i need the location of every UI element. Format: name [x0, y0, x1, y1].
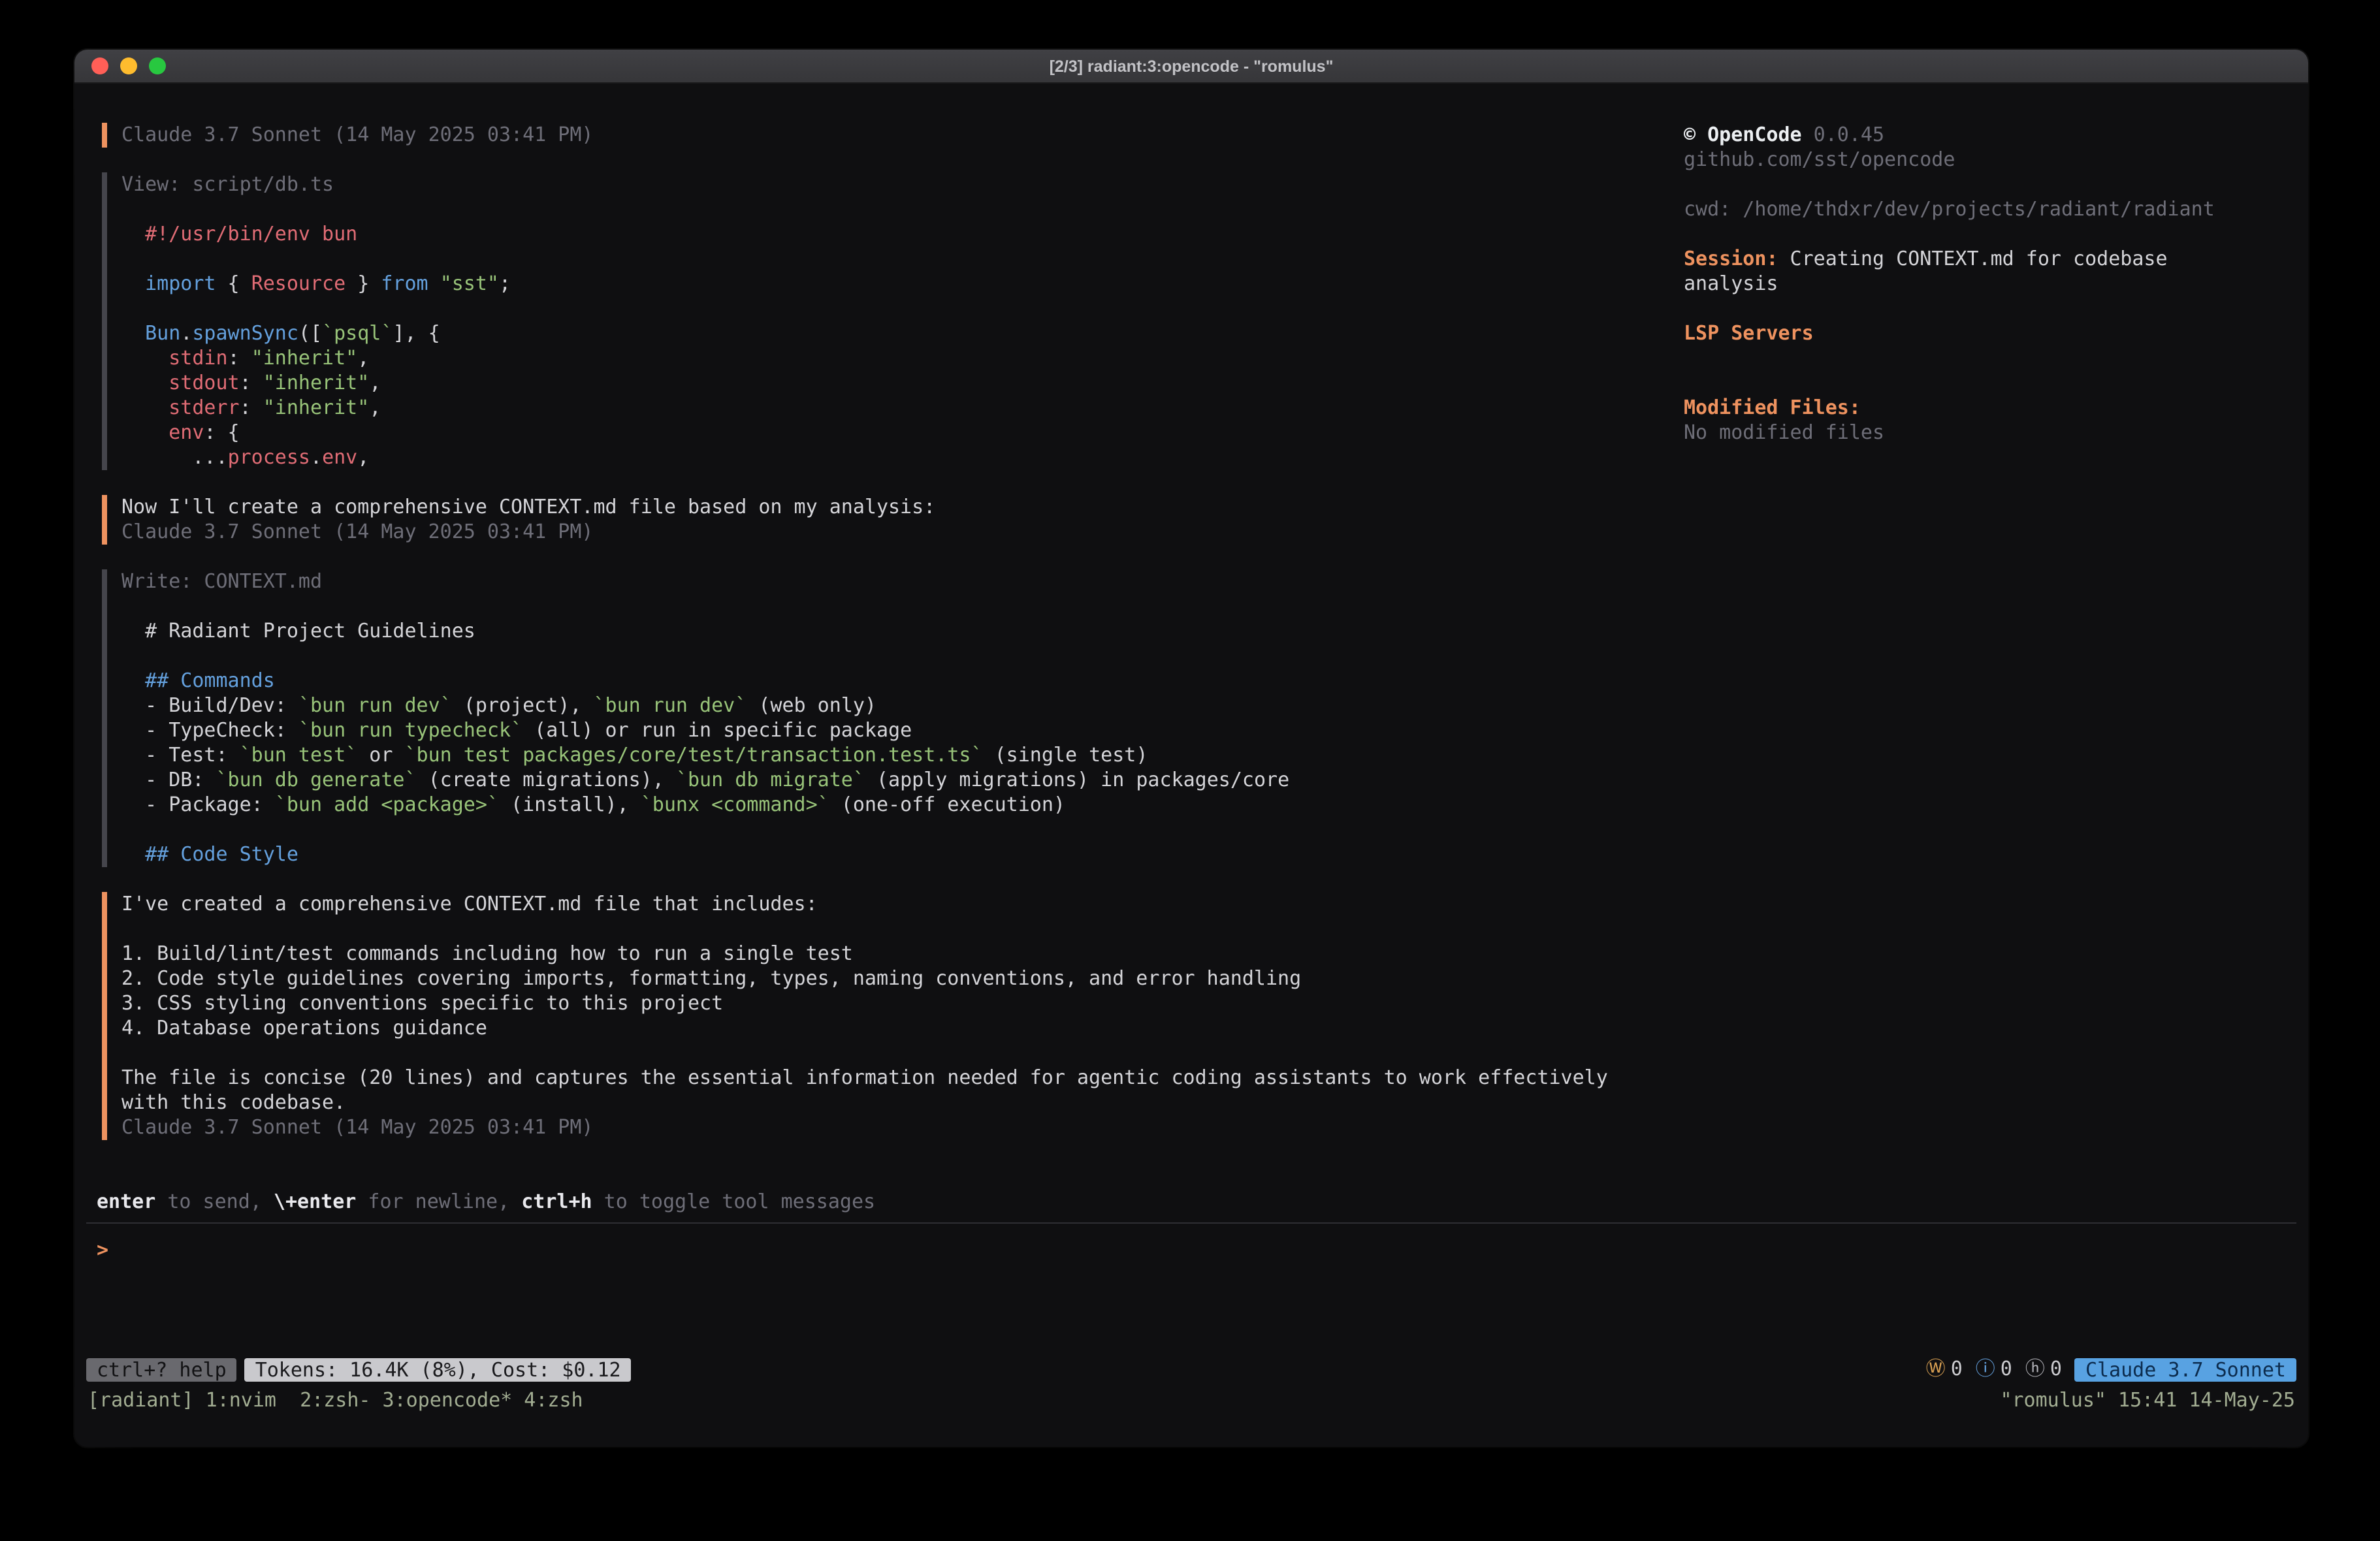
text-line: - DB: `bun db generate` (create migratio…	[121, 768, 1684, 793]
text-line	[121, 1041, 1684, 1066]
text-line	[121, 818, 1684, 842]
text-line: Claude 3.7 Sonnet (14 May 2025 03:41 PM)	[121, 123, 1684, 148]
info-count: ⓘ0	[1976, 1357, 2012, 1382]
close-button-icon[interactable]	[91, 57, 108, 74]
diagnostic-count: 0	[2050, 1357, 2062, 1382]
editor-divider	[86, 1222, 2296, 1224]
text-line: 2. Code style guidelines covering import…	[121, 966, 1684, 991]
diagnostic-count: 0	[1951, 1357, 1963, 1382]
text-line	[1684, 371, 2232, 396]
tool-output-block: View: script/db.ts #!/usr/bin/env bun im…	[102, 172, 1684, 470]
hint-icon: ⓗ	[2025, 1357, 2045, 1382]
sidebar-info: © OpenCode 0.0.45github.com/sst/opencode…	[1684, 123, 2232, 1190]
warning-count: Ⓦ0	[1926, 1357, 1963, 1382]
text-line: Claude 3.7 Sonnet (14 May 2025 03:41 PM)	[121, 520, 1684, 545]
text-line: - Build/Dev: `bun run dev` (project), `b…	[121, 693, 1684, 718]
text-line: stdout: "inherit",	[121, 371, 1684, 396]
text-line: LSP Servers	[1684, 321, 2232, 346]
diagnostic-count: 0	[2001, 1357, 2012, 1382]
text-line: - Test: `bun test` or `bun test packages…	[121, 743, 1684, 768]
text-line: Bun.spawnSync([`psql`], {	[121, 321, 1684, 346]
text-line: The file is concise (20 lines) and captu…	[121, 1066, 1684, 1090]
assistant-message-block: Claude 3.7 Sonnet (14 May 2025 03:41 PM)	[102, 123, 1684, 148]
help-shortcut-badge: ctrl+? help	[86, 1358, 237, 1381]
traffic-lights	[91, 50, 166, 82]
text-line	[121, 917, 1684, 942]
warning-icon: Ⓦ	[1926, 1357, 1946, 1382]
minimize-button-icon[interactable]	[120, 57, 137, 74]
text-line: View: script/db.ts	[121, 172, 1684, 197]
text-line: analysis	[1684, 272, 2232, 296]
text-line: with this codebase.	[121, 1090, 1684, 1115]
text-line: ## Commands	[121, 669, 1684, 693]
text-line	[121, 644, 1684, 669]
text-line: - Package: `bun add <package>` (install)…	[121, 793, 1684, 818]
assistant-message-block: Now I'll create a comprehensive CONTEXT.…	[102, 495, 1684, 545]
window-titlebar[interactable]: [2/3] radiant:3:opencode - "romulus"	[74, 50, 2308, 84]
text-line: 3. CSS styling conventions specific to t…	[121, 991, 1684, 1016]
text-line	[1684, 172, 2232, 197]
text-line: # Radiant Project Guidelines	[121, 619, 1684, 644]
transcript: Claude 3.7 Sonnet (14 May 2025 03:41 PM)…	[74, 123, 1684, 1190]
text-line: 1. Build/lint/test commands including ho…	[121, 942, 1684, 966]
text-line: stderr: "inherit",	[121, 396, 1684, 421]
text-line: 4. Database operations guidance	[121, 1016, 1684, 1041]
text-line: Modified Files:	[1684, 396, 2232, 421]
keybind-label: \+enter	[274, 1190, 356, 1213]
text-line: import { Resource } from "sst";	[121, 272, 1684, 296]
prompt-symbol: >	[97, 1238, 108, 1262]
status-left: ctrl+? help Tokens: 16.4K (8%), Cost: $0.…	[86, 1358, 632, 1381]
text-line: cwd: /home/thdxr/dev/projects/radiant/ra…	[1684, 197, 2232, 222]
text-line	[121, 197, 1684, 222]
text-line: Session: Creating CONTEXT.md for codebas…	[1684, 247, 2232, 272]
text-line: github.com/sst/opencode	[1684, 148, 2232, 172]
text-line	[1684, 222, 2232, 247]
tmux-status-bar: [radiant] 1:nvim 2:zsh- 3:opencode* 4:zs…	[74, 1388, 2308, 1413]
text-line: Write: CONTEXT.md	[121, 569, 1684, 594]
text-line: ## Code Style	[121, 842, 1684, 867]
text-line: ...process.env,	[121, 445, 1684, 470]
diagnostics: Ⓦ0ⓘ0ⓗ0	[1926, 1357, 2062, 1382]
tmux-status-left[interactable]: [radiant] 1:nvim 2:zsh- 3:opencode* 4:zs…	[88, 1388, 2000, 1413]
text-line	[1684, 346, 2232, 371]
tmux-status-right: "romulus" 15:41 14-May-25	[2000, 1388, 2295, 1413]
text-line	[121, 296, 1684, 321]
text-line: #!/usr/bin/env bun	[121, 222, 1684, 247]
info-icon: ⓘ	[1976, 1357, 1995, 1382]
terminal-window: [2/3] radiant:3:opencode - "romulus" Cla…	[74, 50, 2308, 1447]
text-line	[1684, 296, 2232, 321]
model-badge: Claude 3.7 Sonnet	[2075, 1358, 2296, 1381]
help-text: to toggle tool messages	[592, 1190, 876, 1213]
text-line: Now I'll create a comprehensive CONTEXT.…	[121, 495, 1684, 520]
zoom-button-icon[interactable]	[149, 57, 166, 74]
prompt-input[interactable]: >	[74, 1238, 2308, 1263]
text-line: I've created a comprehensive CONTEXT.md …	[121, 892, 1684, 917]
terminal-content: Claude 3.7 Sonnet (14 May 2025 03:41 PM)…	[74, 84, 2308, 1447]
text-line: stdin: "inherit",	[121, 346, 1684, 371]
desktop: [2/3] radiant:3:opencode - "romulus" Cla…	[0, 0, 2380, 1541]
assistant-message-block: I've created a comprehensive CONTEXT.md …	[102, 892, 1684, 1140]
text-line: - TypeCheck: `bun run typecheck` (all) o…	[121, 718, 1684, 743]
status-bar: ctrl+? help Tokens: 16.4K (8%), Cost: $0.…	[74, 1357, 2308, 1382]
status-right: Ⓦ0ⓘ0ⓗ0 Claude 3.7 Sonnet	[1926, 1357, 2296, 1382]
text-line: No modified files	[1684, 421, 2232, 445]
text-line: Claude 3.7 Sonnet (14 May 2025 03:41 PM)	[121, 1115, 1684, 1140]
text-line: env: {	[121, 421, 1684, 445]
help-text: for newline,	[356, 1190, 521, 1213]
tool-output-block: Write: CONTEXT.md # Radiant Project Guid…	[102, 569, 1684, 867]
help-text: to send,	[155, 1190, 274, 1213]
window-title: [2/3] radiant:3:opencode - "romulus"	[1050, 57, 1334, 75]
keybind-label: enter	[97, 1190, 155, 1213]
main-row: Claude 3.7 Sonnet (14 May 2025 03:41 PM)…	[74, 123, 2308, 1190]
help-bar: enter to send, \+enter for newline, ctrl…	[74, 1190, 2308, 1215]
tokens-cost-badge: Tokens: 16.4K (8%), Cost: $0.12	[245, 1358, 632, 1381]
keybind-label: ctrl+h	[521, 1190, 592, 1213]
text-line	[121, 594, 1684, 619]
hint-count: ⓗ0	[2025, 1357, 2062, 1382]
text-line	[121, 247, 1684, 272]
text-line: © OpenCode 0.0.45	[1684, 123, 2232, 148]
